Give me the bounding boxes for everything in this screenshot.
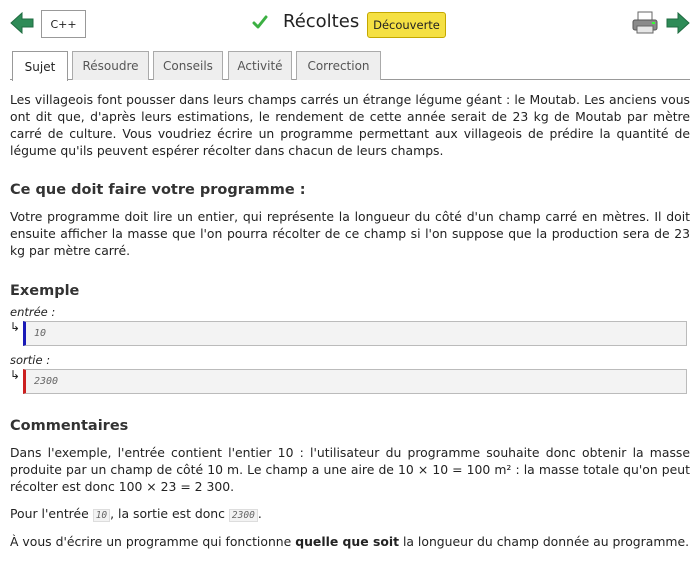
arrow-right-icon[interactable] (666, 12, 690, 34)
top-bar: C++ Récoltes Découverte (0, 0, 700, 46)
comments-paragraph-1: Dans l'exemple, l'entrée contient l'enti… (10, 445, 690, 494)
return-arrow-icon: ↳ (10, 368, 21, 382)
printer-icon[interactable] (632, 11, 658, 35)
tab-conseils[interactable]: Conseils (153, 51, 223, 80)
text: . (257, 506, 262, 521)
example-output: 2300 (23, 369, 687, 394)
check-icon (252, 15, 268, 29)
text: la longueur du champ donnée au programme… (399, 534, 690, 549)
tab-bar: Sujet Résoudre Conseils Activité Correct… (10, 51, 690, 81)
inline-input: 10 (92, 509, 111, 522)
comments-paragraph-3: À vous d'écrire un programme qui fonctio… (10, 533, 690, 550)
inline-output: 2300 (228, 509, 258, 522)
task-paragraph: Votre programme doit lire un entier, qui… (10, 209, 690, 258)
input-label: entrée : (10, 305, 56, 319)
text: À vous d'écrire un programme qui fonctio… (10, 534, 296, 549)
page-title: Récoltes (283, 11, 360, 32)
tab-correction[interactable]: Correction (296, 51, 381, 80)
tab-sujet[interactable]: Sujet (12, 51, 68, 81)
comments-paragraph-2: Pour l'entrée 10, la sortie est donc 230… (10, 505, 690, 524)
emphasis: quelle que soit (295, 534, 400, 549)
arrow-left-icon[interactable] (10, 12, 34, 34)
return-arrow-icon: ↳ (10, 320, 21, 334)
output-label: sortie : (10, 353, 51, 367)
tab-activite[interactable]: Activité (228, 51, 292, 80)
intro-paragraph: Les villageois font pousser dans leurs c… (10, 92, 690, 158)
example-heading: Exemple (10, 283, 80, 299)
task-heading: Ce que doit faire votre programme : (10, 182, 306, 198)
language-button[interactable]: C++ (41, 10, 86, 38)
text: , la sortie est donc (110, 506, 229, 521)
text: Pour l'entrée (10, 506, 93, 521)
tab-resoudre[interactable]: Résoudre (72, 51, 149, 80)
comments-heading: Commentaires (10, 418, 129, 434)
example-input: 10 (23, 321, 687, 346)
difficulty-badge: Découverte (367, 12, 446, 38)
problem-statement: Les villageois font pousser dans leurs c… (10, 91, 690, 550)
input-row: ↳ 10 (10, 320, 690, 347)
output-row: ↳ 2300 (10, 368, 690, 395)
